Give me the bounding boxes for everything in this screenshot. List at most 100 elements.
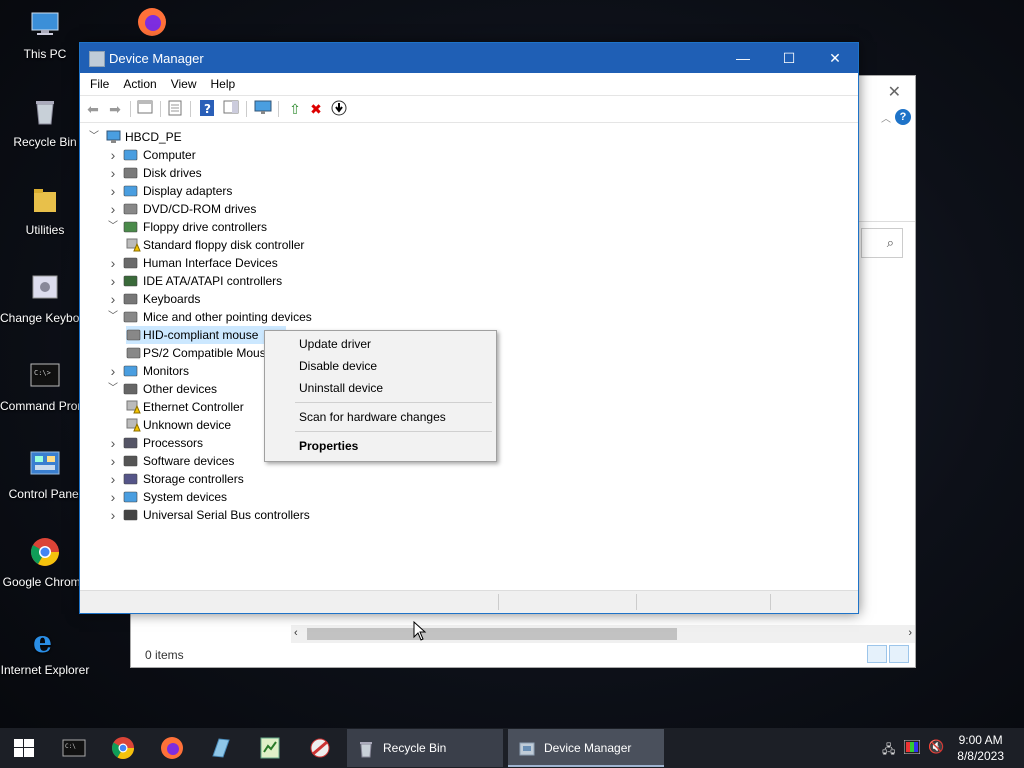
chevron-right-icon[interactable]: › xyxy=(107,200,119,218)
forward-arrow-icon[interactable]: ➡ xyxy=(106,100,124,118)
device-icon xyxy=(123,202,138,216)
tools-icon[interactable] xyxy=(308,736,332,760)
menu-action[interactable]: Action xyxy=(116,73,163,95)
menu-separator xyxy=(295,431,492,432)
desktop-icon-label: Internet Explorer xyxy=(0,663,90,677)
device-icon xyxy=(123,490,138,504)
notepad-icon[interactable] xyxy=(258,736,282,760)
taskbar-task-recycle-bin[interactable]: Recycle Bin xyxy=(347,729,503,767)
device-icon xyxy=(123,166,138,180)
menu-item-disable-device[interactable]: Disable device xyxy=(299,356,377,376)
desktop-icon-change-keyboard-layout[interactable]: Change Keyboard Layout xyxy=(0,272,90,326)
menu-help[interactable]: Help xyxy=(204,73,243,95)
close-icon[interactable]: ✕ xyxy=(888,82,901,102)
search-box[interactable]: ⌕ xyxy=(861,228,903,258)
network-disconnected-icon[interactable]: 🖧 xyxy=(882,740,895,761)
scrollbar-thumb[interactable] xyxy=(307,628,677,640)
chevron-right-icon[interactable]: › xyxy=(107,164,119,182)
chevron-right-icon[interactable]: › xyxy=(107,470,119,488)
chevron-right-icon[interactable]: › xyxy=(107,434,119,452)
chevron-right-icon[interactable]: › xyxy=(107,488,119,506)
chevron-right-icon[interactable]: › xyxy=(107,146,119,164)
desktop-icon-google-chrome[interactable]: Google Chrome xyxy=(0,536,90,590)
uninstall-icon[interactable]: ✖ xyxy=(307,100,325,118)
menu-item-properties[interactable]: Properties xyxy=(299,436,358,456)
device-icon xyxy=(123,184,138,198)
device-icon xyxy=(123,292,138,306)
clock-time: 9:00 AM xyxy=(958,733,1003,747)
control-panel-icon xyxy=(30,451,60,475)
device-icon xyxy=(123,148,138,162)
maximize-button[interactable]: ☐ xyxy=(766,43,812,73)
chevron-right-icon[interactable]: › xyxy=(107,362,119,380)
minimize-button[interactable]: — xyxy=(720,43,766,73)
firefox-icon[interactable] xyxy=(160,736,184,760)
tree-item-label: Storage controllers xyxy=(143,472,244,486)
toolbar: ⬅ ➡ ? ⇧ ✖ xyxy=(80,96,858,123)
chrome-icon[interactable] xyxy=(111,736,135,760)
action-pane-icon[interactable] xyxy=(222,100,240,118)
menu-item-uninstall-device[interactable]: Uninstall device xyxy=(299,378,383,398)
monitor-icon[interactable] xyxy=(254,100,272,118)
properties-icon[interactable] xyxy=(166,100,184,118)
update-driver-icon[interactable]: ⇧ xyxy=(286,100,304,118)
desktop-icon-recycle-bin[interactable]: Recycle Bin xyxy=(0,96,90,150)
scroll-left-icon[interactable]: ‹ xyxy=(294,627,298,639)
chevron-down-icon[interactable]: ﹀ xyxy=(107,308,119,326)
desktop-icon-firefox[interactable] xyxy=(107,6,197,45)
start-button[interactable] xyxy=(0,728,48,768)
chevron-down-icon[interactable]: ﹀ xyxy=(88,128,100,146)
menu-item-scan-hardware[interactable]: Scan for hardware changes xyxy=(299,407,446,427)
desktop-icon-this-pc[interactable]: This PC xyxy=(0,8,90,62)
device-manager-icon xyxy=(89,51,105,67)
chevron-right-icon[interactable]: › xyxy=(107,182,119,200)
close-button[interactable]: ✕ xyxy=(812,43,858,73)
download-icon[interactable] xyxy=(330,100,348,118)
explorer-tool-icon[interactable] xyxy=(209,736,233,760)
title-bar[interactable]: Device Manager — ☐ ✕ xyxy=(80,43,858,73)
details-view-icon[interactable] xyxy=(867,645,887,663)
device-icon xyxy=(123,310,138,324)
taskbar: C:\ Recycle Bin Device Manager 🖧 🔇 9:00 … xyxy=(0,728,1024,768)
tree-item-label: Keyboards xyxy=(143,292,201,306)
chevron-right-icon[interactable]: › xyxy=(107,254,119,272)
tree-device-item[interactable]: HID-compliant mouse xyxy=(126,326,286,344)
help-icon[interactable]: ? xyxy=(198,100,216,118)
chevron-up-icon[interactable]: ︿ xyxy=(881,110,891,125)
desktop-icon-internet-explorer[interactable]: e Internet Explorer xyxy=(0,624,90,678)
device-icon xyxy=(123,454,138,468)
chevron-right-icon[interactable]: › xyxy=(107,290,119,308)
recycle-bin-icon xyxy=(36,101,54,125)
clock[interactable]: 9:00 AM 8/8/2023 xyxy=(957,732,1004,764)
desktop-icon-utilities[interactable]: Utilities xyxy=(0,184,90,238)
menu-view[interactable]: View xyxy=(164,73,204,95)
terminal-icon[interactable]: C:\ xyxy=(62,736,86,760)
show-hide-console-tree-icon[interactable] xyxy=(136,100,154,118)
display-color-icon[interactable] xyxy=(904,740,920,754)
tree-item-label: Mice and other pointing devices xyxy=(143,310,312,324)
large-icons-view-icon[interactable] xyxy=(889,645,909,663)
horizontal-scrollbar[interactable]: ‹ › xyxy=(291,625,915,643)
chevron-right-icon[interactable]: › xyxy=(107,452,119,470)
menu-file[interactable]: File xyxy=(80,73,116,95)
menu-item-update-driver[interactable]: Update driver xyxy=(299,334,371,354)
back-arrow-icon[interactable]: ⬅ xyxy=(84,100,102,118)
help-icon[interactable]: ? xyxy=(895,109,911,125)
device-icon xyxy=(123,256,138,270)
taskbar-task-device-manager[interactable]: Device Manager xyxy=(508,729,664,767)
scroll-right-icon[interactable]: › xyxy=(908,627,912,639)
desktop-icon-command-prompt[interactable]: C:\> Command Prompt xyxy=(0,360,90,414)
chevron-down-icon[interactable]: ﹀ xyxy=(107,218,119,236)
status-text: 0 items xyxy=(145,648,184,662)
device-manager-window: Device Manager — ☐ ✕ File Action View Help … xyxy=(79,42,859,614)
volume-muted-icon[interactable]: 🔇 xyxy=(928,739,944,755)
warning-device-icon xyxy=(126,418,141,432)
chevron-right-icon[interactable]: › xyxy=(107,272,119,290)
desktop-icon-control-panel[interactable]: Control Panel xyxy=(0,448,90,502)
desktop-icon-label: Recycle Bin xyxy=(13,135,77,149)
device-icon xyxy=(126,346,141,360)
tree-item-label: IDE ATA/ATAPI controllers xyxy=(143,274,283,288)
chevron-down-icon[interactable]: ﹀ xyxy=(107,380,119,398)
chevron-right-icon[interactable]: › xyxy=(107,506,119,524)
desktop-icon-label: Google Chrome xyxy=(2,575,88,589)
